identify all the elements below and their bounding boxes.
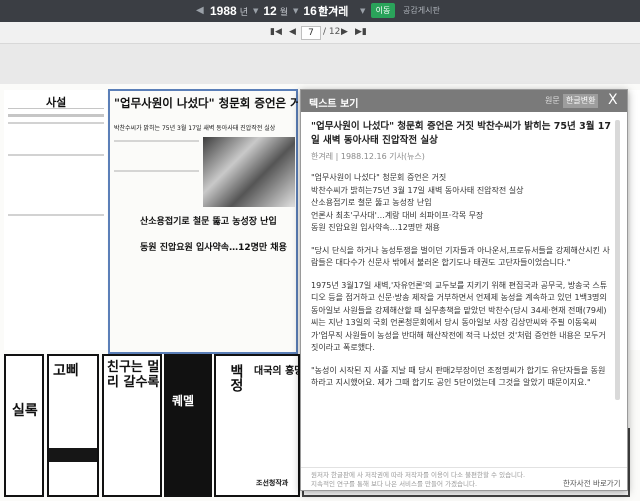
page-navigator: ▮◀ ◀ 7 / 12 ▶ ▶▮ (0, 22, 640, 44)
ad-box-5: 대국의 흥망 백정 조선청작과 (214, 354, 300, 497)
ad-box-1: 실록 (4, 354, 44, 497)
chevron-down-icon[interactable]: ▼ (360, 7, 365, 15)
main-headline: "업무사원이 나섰다" 청문회 증언은 거짓 (114, 96, 298, 110)
ad-text: 조선청작과 (256, 479, 289, 487)
hangul-convert-tab[interactable]: 한글변환 (563, 94, 599, 108)
text-block (114, 140, 199, 142)
article-paragraph: 1975년 3월17일 새벽,'자유언론'의 교두보를 지키기 위해 편집국과 … (311, 280, 608, 353)
first-page-icon[interactable]: ▮◀ (270, 27, 282, 37)
text-block (8, 114, 104, 117)
ad-text: 실록 (12, 403, 38, 419)
ad-box-3: 친구는 멀리 갈수록 (102, 354, 162, 497)
article-paragraph: "당시 단식을 하거나 농성투쟁을 벌이던 기자들과 아나운서,프로듀서들을 강… (311, 245, 610, 268)
sub-headline: 박찬수씨가 밝히는 75년 3월 17일 새벽 동아사태 진압작전 실상 (114, 125, 276, 132)
page-total: / 12 (323, 27, 341, 37)
dialog-header: 텍스트 보기 원문 한글변환 X (301, 90, 627, 112)
ad-text: 고삐 (53, 363, 79, 379)
ad-text: 친구는 멀리 갈수록 (107, 360, 160, 390)
headline-2: 산소용접기로 철문 뚫고 농성장 난입 (140, 217, 277, 227)
prev-page-icon[interactable]: ◀ (289, 27, 296, 37)
ad-text: 대국의 흥망 (254, 366, 300, 377)
ad-box-4: 퀘멜 (164, 354, 212, 497)
article-paragraph: "농성이 시작된 지 사흘 지날 때 당시 판매2부장이던 조정명씨가 합기도 … (311, 365, 606, 388)
article-title: "업무사원이 나섰다" 청문회 증언은 거짓 박찬수씨가 밝히는 75년 3월 … (311, 121, 611, 146)
page-number-input[interactable]: 7 (301, 26, 321, 40)
move-button[interactable]: 이동 (371, 3, 395, 18)
hanja-dictionary-link[interactable]: 한자사전 바로가기 (563, 478, 621, 489)
left-columns (4, 90, 107, 350)
year-value[interactable]: 1988 (210, 4, 237, 18)
ad-text: 퀘멜 (172, 394, 195, 408)
year-unit: 년 (239, 7, 248, 18)
headline-3: 동원 진압요원 입사약속…12명만 채용 (140, 243, 287, 253)
ad-text-vertical: 백정 (228, 364, 244, 392)
chevron-down-icon[interactable]: ▼ (293, 7, 298, 15)
text-block (8, 154, 104, 156)
board-link[interactable]: 공감게시판 (403, 5, 440, 16)
original-tab[interactable]: 원문 (545, 95, 560, 106)
day-value[interactable]: 16 (303, 4, 316, 18)
scrollbar[interactable] (615, 120, 620, 400)
text-block (114, 170, 199, 172)
newspaper-selector[interactable]: 한겨레 (318, 3, 348, 19)
last-page-icon[interactable]: ▶▮ (355, 27, 367, 37)
text-block (8, 214, 104, 216)
text-view-dialog: 텍스트 보기 원문 한글변환 X "업무사원이 나섰다" 청문회 증언은 거짓 … (300, 89, 628, 491)
top-date-bar: ◀ 1988 년 ▼ 12 월 ▼ 16 일 ▼ 한겨레 ▼ 이동 공감게시판 (0, 0, 640, 22)
right-columns (630, 90, 640, 350)
next-page-icon[interactable]: ▶ (341, 27, 348, 37)
article-photo (203, 137, 295, 207)
month-value[interactable]: 12 (263, 4, 276, 18)
text-block (8, 122, 104, 124)
ad-block (49, 448, 97, 462)
article-paragraph: "업무사원이 나섰다" 청문회 증언은 거짓 박찬수씨가 밝히는75년 3월 1… (311, 173, 524, 232)
close-icon[interactable]: X (608, 92, 618, 108)
dialog-title: 텍스트 보기 (309, 99, 359, 110)
chevron-down-icon[interactable]: ▼ (253, 7, 258, 15)
article-meta: 한겨레 | 1988.12.16 기사(뉴스) (311, 152, 425, 161)
copyright-notice: 원저자 한글판에 사 저작권에 따라 저작자를 이용이 다소 불편한할 수 있습… (311, 471, 526, 488)
month-unit: 월 (279, 7, 289, 18)
divider (301, 467, 627, 468)
prev-date-icon[interactable]: ◀ (196, 5, 204, 16)
ad-box-2: 고삐 (47, 354, 99, 497)
rule-line (8, 108, 104, 109)
article-text-area[interactable]: "업무사원이 나섰다" 청문회 증언은 거짓 박찬수씨가 밝히는 75년 3월 … (311, 120, 611, 472)
